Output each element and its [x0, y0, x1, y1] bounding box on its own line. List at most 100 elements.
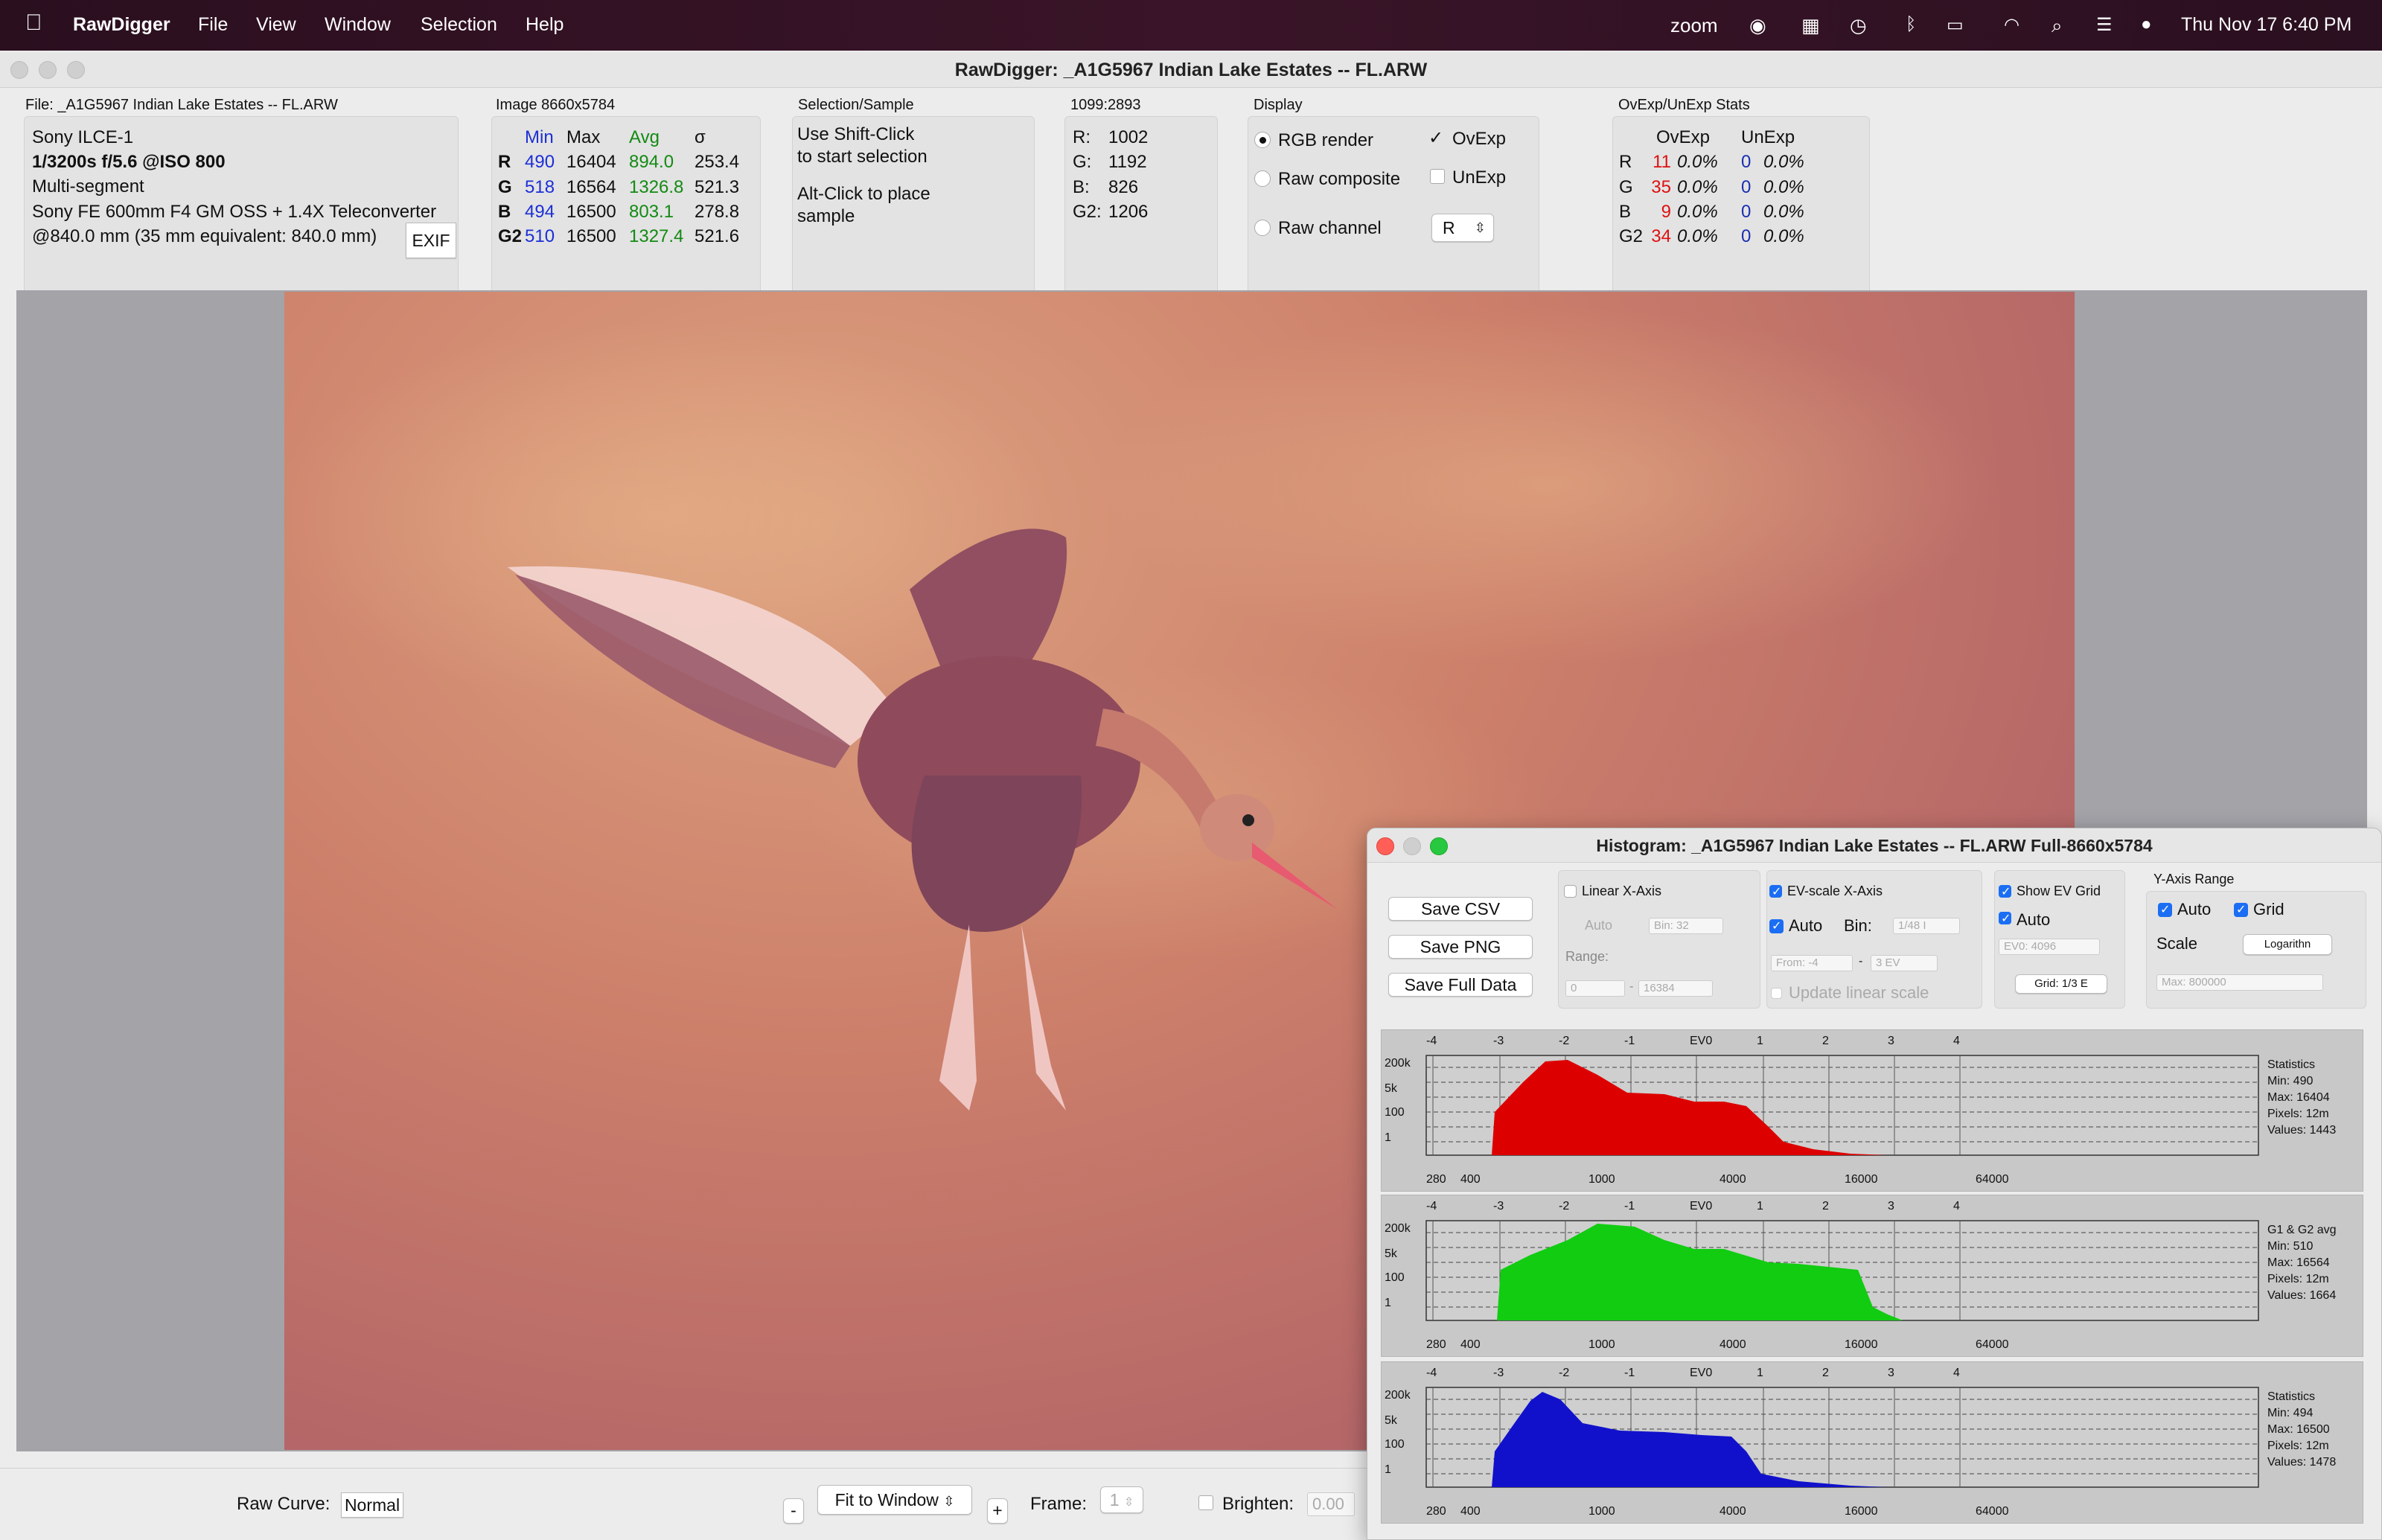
- control-center-icon[interactable]: ☰: [2096, 14, 2113, 36]
- avg-header: Avg: [629, 127, 660, 147]
- scale-label: Scale: [2156, 934, 2198, 953]
- x-tick-label: 280: [1426, 1338, 1446, 1351]
- menu-view[interactable]: View: [256, 14, 296, 36]
- stat-max-r: 16404: [566, 152, 616, 172]
- ev-bin-select[interactable]: 1/48 I: [1893, 918, 1960, 934]
- histogram-minimize-button[interactable]: [1403, 837, 1421, 855]
- y-tick-label: 200k: [1385, 1057, 1411, 1070]
- apple-icon[interactable]: : [25, 10, 42, 36]
- ov-count-g2: 34: [1651, 226, 1671, 246]
- zoom-button[interactable]: [67, 61, 85, 79]
- menu-selection[interactable]: Selection: [421, 14, 497, 36]
- ev-x-checkbox[interactable]: [1769, 884, 1782, 899]
- ev-tick-label: -4: [1426, 1367, 1437, 1379]
- x-tick-label: 280: [1426, 1173, 1446, 1186]
- ovexp-label: OvExp: [1452, 129, 1507, 149]
- time-machine-icon[interactable]: ◷: [1850, 14, 1867, 37]
- ov-ch-g2: G2: [1619, 226, 1644, 246]
- bluetooth-icon[interactable]: ᛒ: [1906, 14, 1916, 35]
- cursor-g2-label: G2:: [1073, 202, 1102, 222]
- raw-channel-radio[interactable]: [1254, 220, 1271, 236]
- menu-clock[interactable]: Thu Nov 17 6:40 PM: [2181, 14, 2351, 36]
- stat-min-g: 518: [525, 177, 555, 197]
- x-tick-label: 16000: [1845, 1173, 1878, 1186]
- ovexp-check-icon[interactable]: ✓: [1428, 127, 1443, 149]
- ov-pct-b: 0.0%: [1677, 202, 1718, 222]
- cursor-b-label: B:: [1073, 177, 1090, 197]
- raw-channel-label: Raw channel: [1278, 218, 1382, 238]
- channel-select[interactable]: R ⇳: [1431, 214, 1494, 242]
- ev-tick-label: 3: [1888, 1367, 1894, 1379]
- sigma-header: σ: [695, 127, 706, 147]
- screen-record-icon[interactable]: ◉: [1749, 14, 1766, 37]
- histogram-zoom-button[interactable]: [1430, 837, 1448, 855]
- histogram-plot: [1425, 1387, 2259, 1488]
- zoom-status[interactable]: zoom: [1670, 14, 1718, 37]
- stat-avg-b: 803.1: [629, 202, 674, 222]
- raw-composite-radio[interactable]: [1254, 170, 1271, 187]
- y-tick-label: 100: [1385, 1106, 1405, 1119]
- zoom-in-button[interactable]: +: [987, 1498, 1008, 1524]
- file-label: File: _A1G5967 Indian Lake Estates -- FL…: [25, 97, 338, 113]
- siri-icon[interactable]: ●: [2141, 14, 2152, 35]
- ovexp-header: OvExp: [1656, 127, 1711, 147]
- film-icon[interactable]: ▦: [1801, 14, 1820, 37]
- y-max-field: Max: 800000: [2156, 974, 2323, 991]
- histogram-stat: Min: 510: [2267, 1240, 2314, 1253]
- focal-length: @840.0 mm (35 mm equivalent: 840.0 mm): [32, 226, 377, 246]
- cursor-r-label: R:: [1073, 127, 1091, 147]
- histogram-panel: -4 -3 -2 -1 EV0 1 2 3 4 200k 5k 100 1 280 400 1000 4000 1…: [1381, 1361, 2363, 1524]
- ev-x-label: EV-scale X-Axis: [1787, 884, 1883, 898]
- grid-step-select[interactable]: Grid: 1/3 E: [2015, 974, 2107, 994]
- ev-tick-label: 4: [1953, 1035, 1960, 1047]
- ovexp-stats-label: OvExp/UnExp Stats: [1618, 97, 1750, 113]
- exif-button[interactable]: EXIF: [406, 223, 456, 258]
- zoom-out-button[interactable]: -: [783, 1498, 804, 1524]
- linear-x-checkbox[interactable]: [1564, 885, 1577, 898]
- raw-curve-select[interactable]: Normal: [341, 1492, 403, 1518]
- updown-chevron-icon: ⇳: [943, 1494, 955, 1509]
- histogram-close-button[interactable]: [1376, 837, 1394, 855]
- x-tick-label: 1000: [1588, 1338, 1615, 1351]
- minimize-button[interactable]: [39, 61, 57, 79]
- min-header: Min: [525, 127, 554, 147]
- y-grid-checkbox[interactable]: [2234, 902, 2248, 917]
- rgb-render-radio[interactable]: [1254, 132, 1271, 148]
- y-auto-checkbox[interactable]: [2158, 902, 2172, 917]
- brighten-checkbox[interactable]: [1198, 1495, 1213, 1510]
- x-tick-label: 16000: [1845, 1338, 1878, 1351]
- selection-hint-1: Use Shift-Click: [797, 124, 915, 144]
- unexp-checkbox[interactable]: [1430, 169, 1445, 184]
- brighten-field[interactable]: 0.00: [1307, 1492, 1355, 1516]
- cursor-g2-value: 1206: [1108, 202, 1149, 222]
- un-pct-r: 0.0%: [1763, 152, 1804, 172]
- show-ev-grid-checkbox[interactable]: [1999, 884, 2011, 899]
- menu-file[interactable]: File: [198, 14, 228, 36]
- window-titlebar: RawDigger: _A1G5967 Indian Lake Estates …: [0, 52, 2382, 88]
- scale-select[interactable]: Logarithn: [2243, 934, 2332, 955]
- ev-grid-auto-checkbox[interactable]: [1999, 911, 2011, 926]
- ev-auto-checkbox[interactable]: [1769, 918, 1784, 933]
- ov-count-b: 9: [1661, 202, 1671, 222]
- menu-help[interactable]: Help: [526, 14, 563, 36]
- range-from-field: 0: [1565, 980, 1625, 997]
- search-icon[interactable]: ⌕: [2051, 14, 2063, 38]
- y-tick-label: 1: [1385, 1131, 1391, 1144]
- battery-icon[interactable]: ▭: [1947, 14, 1964, 36]
- menu-app-name[interactable]: RawDigger: [73, 14, 170, 36]
- close-button[interactable]: [10, 61, 28, 79]
- wifi-icon[interactable]: ◠: [2004, 14, 2019, 36]
- save-full-data-button[interactable]: Save Full Data: [1388, 973, 1533, 997]
- frame-stepper[interactable]: 1 ⇳: [1100, 1486, 1143, 1513]
- lens-info: Sony FE 600mm F4 GM OSS + 1.4X Teleconve…: [32, 202, 437, 222]
- stat-max-g2: 16500: [566, 226, 616, 246]
- histogram-stat: Statistics: [2267, 1390, 2316, 1403]
- y-axis-range-label: Y-Axis Range: [2153, 872, 2235, 886]
- brighten-label: Brighten:: [1222, 1494, 1294, 1514]
- zoom-select[interactable]: Fit to Window ⇳: [817, 1485, 972, 1515]
- cursor-b-value: 826: [1108, 177, 1139, 197]
- save-png-button[interactable]: Save PNG: [1388, 935, 1533, 959]
- range-label: Range:: [1565, 949, 1609, 964]
- menu-window[interactable]: Window: [325, 14, 391, 36]
- save-csv-button[interactable]: Save CSV: [1388, 897, 1533, 921]
